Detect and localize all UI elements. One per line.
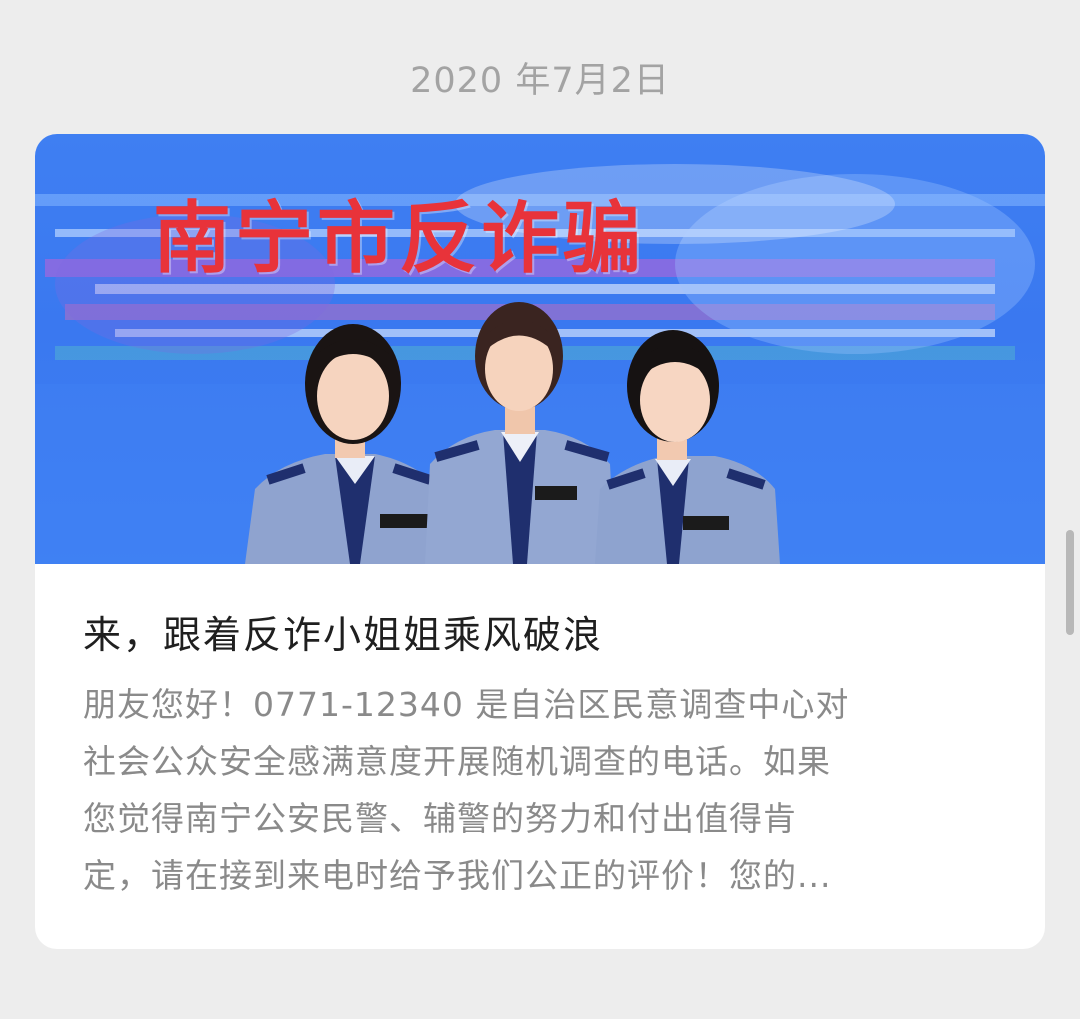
article-cover-image[interactable]: 南宁市反诈骗 (35, 134, 1045, 564)
message-date: 2020 年7月2日 (410, 61, 670, 101)
summary-line: 朋友您好！0771-12340 是自治区民意调查中心对 (83, 685, 850, 724)
summary-line: 您觉得南宁公安民警、辅警的努力和付出值得肯 (83, 799, 797, 838)
article-card[interactable]: 南宁市反诈骗 来，跟着反诈小姐姐乘风破浪 朋友您好！0771-12340 是自治… (35, 134, 1045, 949)
summary-line: 社会公众安全感满意度开展随机调查的电话。如果 (83, 742, 831, 781)
summary-line: 定，请在接到来电时给予我们公正的评价！您的... (83, 856, 832, 895)
cover-title-text: 南宁市反诈骗 (153, 194, 646, 284)
scrollbar-thumb[interactable] (1066, 530, 1074, 635)
article-title[interactable]: 来，跟着反诈小姐姐乘风破浪 (83, 604, 603, 659)
article-summary: 朋友您好！0771-12340 是自治区民意调查中心对 社会公众安全感满意度开展… (83, 676, 1003, 904)
